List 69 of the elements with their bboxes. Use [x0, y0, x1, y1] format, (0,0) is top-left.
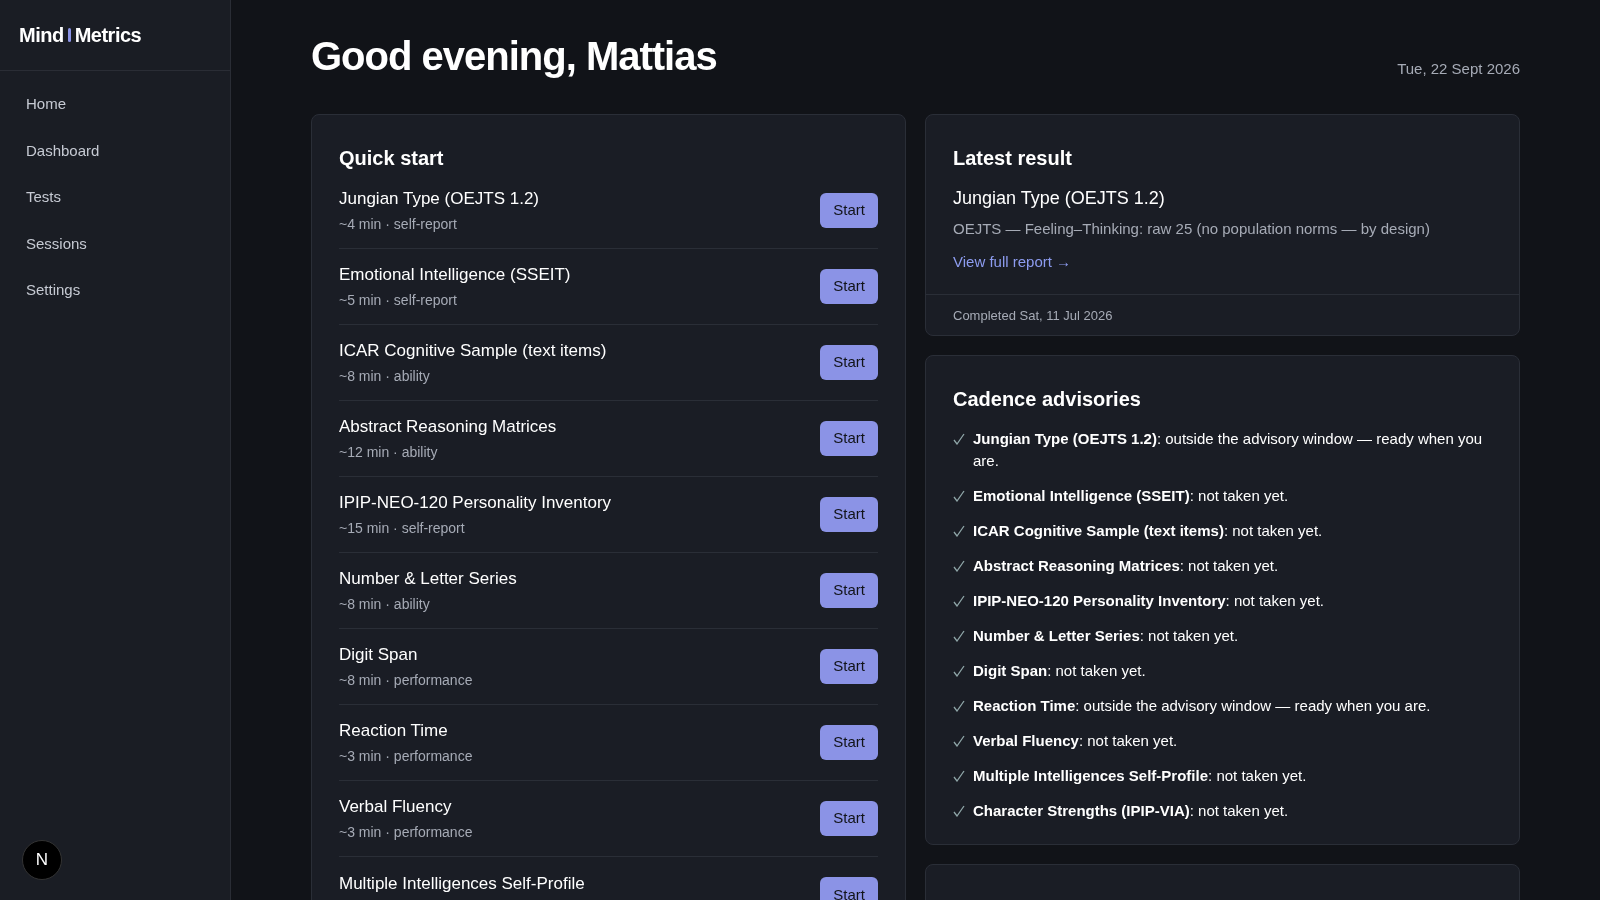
- check-icon: [953, 629, 965, 642]
- advisory-text: Character Strengths (IPIP-VIA): not taken yet.: [973, 800, 1289, 821]
- start-button[interactable]: Start: [820, 801, 878, 836]
- test-meta: ~4 min · self-report: [339, 214, 458, 234]
- result-summary: OEJTS — Feeling–Thinking: raw 25 (no population norms — by design): [953, 219, 1431, 239]
- advisory-text: Reaction Time: outside the advisory window — ready when you are.: [973, 695, 1431, 716]
- test-meta: ~3 min · performance: [339, 746, 473, 766]
- nav-item[interactable]: Dashboard: [14, 129, 216, 172]
- logo-text: Mind: [19, 23, 64, 48]
- check-icon: [953, 804, 965, 817]
- card-title: Latest result: [953, 146, 1073, 171]
- check-icon: [953, 432, 965, 445]
- start-button[interactable]: Start: [820, 573, 878, 608]
- test-name: Multiple Intelligences Self-Profile: [339, 873, 585, 895]
- advisory-text: Multiple Intelligences Self-Profile: not taken yet.: [973, 765, 1307, 786]
- test-meta: ~8 min · ability: [339, 594, 431, 614]
- test-meta: ~3 min · performance: [339, 822, 473, 842]
- test-name: Emotional Intelligence (SSEIT): [339, 264, 571, 287]
- start-button[interactable]: Start: [820, 725, 878, 760]
- check-icon: [953, 594, 965, 607]
- greeting-heading: Good evening, Mattias: [311, 33, 717, 80]
- advisory-text: Abstract Reasoning Matrices: not taken yet.: [973, 555, 1279, 576]
- advisory-text: Verbal Fluency: not taken yet.: [973, 730, 1178, 751]
- check-icon: [953, 769, 965, 782]
- logo-text: Metrics: [74, 23, 142, 48]
- completed-date: Completed Sat, 11 Jul 2026: [953, 307, 1113, 323]
- test-meta: ~8 min · performance: [339, 670, 473, 690]
- test-name: Number & Letter Series: [339, 568, 517, 591]
- advisory-text: IPIP-NEO-120 Personality Inventory: not taken yet.: [973, 590, 1324, 611]
- test-name: ICAR Cognitive Sample (text items): [339, 340, 607, 363]
- check-icon: [953, 699, 965, 712]
- advisory-text: Jungian Type (OEJTS 1.2): outside the advisory window — ready when you are.: [973, 428, 1484, 471]
- check-icon: [953, 559, 965, 572]
- start-button[interactable]: Start: [820, 193, 878, 228]
- nav-item[interactable]: Sessions: [14, 222, 216, 265]
- view-report-link[interactable]: View full report →: [953, 250, 1072, 273]
- start-button[interactable]: Start: [820, 649, 878, 684]
- nav-item[interactable]: Tests: [14, 176, 216, 219]
- test-name: Digit Span: [339, 644, 419, 667]
- advisory-text: Number & Letter Series: not taken yet.: [973, 625, 1239, 646]
- test-meta: ~8 min · ability: [339, 366, 431, 386]
- card-title: Quick start: [339, 146, 445, 171]
- check-icon: [953, 489, 965, 502]
- test-name: Jungian Type (OEJTS 1.2): [339, 188, 539, 211]
- dev-badge[interactable]: N: [22, 840, 62, 880]
- card-title: Cadence advisories: [953, 386, 1142, 412]
- nav-item[interactable]: Settings: [14, 269, 216, 312]
- advisory-text: Digit Span: not taken yet.: [973, 660, 1146, 681]
- test-name: Jungian Type (OEJTS 1.2): [953, 187, 1166, 210]
- test-meta: ~15 min · self-report: [339, 518, 466, 538]
- date-text: Tue, 22 Sept 2026: [1397, 58, 1520, 79]
- test-name: Verbal Fluency: [339, 796, 453, 819]
- check-icon: [953, 524, 965, 537]
- test-name: Abstract Reasoning Matrices: [339, 416, 557, 439]
- start-button[interactable]: Start: [820, 345, 878, 380]
- start-button[interactable]: Start: [820, 269, 878, 304]
- start-button[interactable]: Start: [820, 877, 878, 900]
- test-name: Reaction Time: [339, 720, 449, 743]
- check-icon: [953, 734, 965, 747]
- start-button[interactable]: Start: [820, 421, 878, 456]
- test-name: IPIP-NEO-120 Personality Inventory: [339, 492, 612, 515]
- nav-item[interactable]: Home: [14, 83, 216, 126]
- logo-divider-icon: [67, 28, 71, 42]
- test-meta: ~12 min · ability: [339, 442, 439, 462]
- advisory-text: ICAR Cognitive Sample (text items): not taken yet.: [973, 520, 1323, 541]
- check-icon: [953, 664, 965, 677]
- advisory-text: Emotional Intelligence (SSEIT): not taken yet.: [973, 485, 1289, 506]
- start-button[interactable]: Start: [820, 497, 878, 532]
- test-meta: ~5 min · self-report: [339, 290, 458, 310]
